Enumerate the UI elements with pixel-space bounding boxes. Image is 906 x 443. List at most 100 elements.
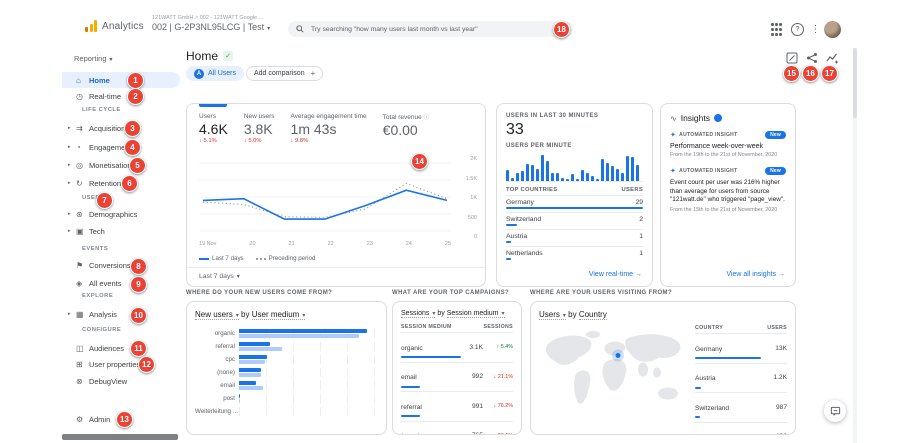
chevron-right-icon: [68, 311, 76, 317]
customize-report-icon[interactable]: [786, 51, 799, 64]
property-selector[interactable]: 002 | G-2P3NL95LCG | Test: [152, 22, 270, 34]
sidebar-item-acquisition[interactable]: Acquisition: [62, 120, 180, 136]
reporting-selector[interactable]: Reporting: [74, 54, 113, 63]
metric-users[interactable]: Users 4.6K 5.1%: [199, 113, 228, 144]
sidebar-item-analysis[interactable]: Analysis: [62, 306, 180, 322]
dimension-dropdown[interactable]: User medium: [252, 310, 306, 320]
realtime-bar: [516, 173, 519, 181]
analytics-logo[interactable]: Analytics: [85, 20, 144, 32]
country-bar: [506, 241, 511, 243]
dimension-dropdown[interactable]: Country: [579, 310, 607, 320]
country-users: 1: [639, 250, 643, 257]
home-icon: [76, 76, 89, 85]
date-range-selector[interactable]: Last 7 days: [199, 273, 240, 280]
page-title-text: Home: [186, 49, 218, 63]
share-icon[interactable]: [806, 51, 819, 64]
sidebar-item-all-events[interactable]: All events: [62, 275, 180, 291]
x-axis-tick: 21: [289, 241, 295, 247]
view-realtime-link[interactable]: View real-time: [589, 271, 642, 278]
sidebar-item-engagement[interactable]: Engagement: [62, 139, 180, 155]
insight-item[interactable]: AUTOMATED INSIGHTNew Event count per use…: [670, 167, 786, 214]
view-all-insights-link[interactable]: View all insights: [726, 271, 785, 278]
insights-toggle-icon[interactable]: [826, 51, 839, 64]
by-label: by: [437, 310, 444, 317]
bar-category-label: (none): [195, 369, 239, 376]
country-users: 13K: [761, 345, 787, 352]
x-axis-labels: 19 Nov202122232425: [199, 241, 451, 247]
avatar[interactable]: [824, 21, 841, 38]
legend-current: Last 7 days: [199, 255, 244, 262]
user-properties-icon: [76, 360, 89, 369]
y-axis-tick: 1K: [470, 195, 477, 201]
by-label: by: [568, 310, 576, 319]
metric-total-revenue[interactable]: Total revenue €0.00: [383, 113, 430, 144]
realtime-bar: [546, 161, 549, 181]
annotation-badge-1: 1: [127, 72, 144, 89]
country-bar: [506, 207, 643, 209]
countries-card-title: Users by Country: [539, 310, 787, 319]
dimension-dropdown[interactable]: Session medium: [447, 310, 505, 318]
bar-category-label: Weiterleitung ...: [195, 408, 239, 415]
annotation-badge-4: 4: [124, 139, 141, 156]
add-comparison-chip[interactable]: Add comparison: [246, 66, 323, 81]
help-icon[interactable]: [791, 23, 804, 36]
sidebar-item-debugview[interactable]: DebugView: [62, 373, 180, 389]
sidebar-item-label: Conversions: [89, 261, 131, 270]
realtime-bar: [586, 173, 589, 181]
debug-icon: [76, 377, 89, 386]
insight-title: Performance week-over-week: [670, 143, 786, 150]
sidebar-item-monetisation[interactable]: Monetisation: [62, 157, 180, 173]
insight-item[interactable]: AUTOMATED INSIGHTNew Performance week-ov…: [670, 131, 786, 159]
scrollbar-thumb[interactable]: [853, 48, 857, 118]
apps-grid-icon[interactable]: [770, 23, 783, 36]
sidebar-item-realtime[interactable]: Real-time: [62, 88, 180, 104]
sidebar-item-tech[interactable]: Tech: [62, 223, 180, 239]
sidebar-item-demographics[interactable]: Demographics: [62, 206, 180, 222]
country-users: 29: [635, 199, 643, 206]
flag-icon: [76, 261, 89, 270]
users-per-minute-chart: [506, 152, 643, 182]
bar-group: [239, 407, 378, 416]
demographics-icon: [76, 210, 89, 219]
y-axis-tick: 1.5K: [466, 176, 477, 182]
search-bar[interactable]: [288, 21, 573, 37]
metric-dropdown[interactable]: Sessions: [401, 310, 435, 318]
sidebar-item-conversions[interactable]: Conversions: [62, 257, 180, 273]
all-users-chip[interactable]: A All Users: [186, 66, 244, 81]
chevron-right-icon: [68, 228, 76, 234]
sessions-value: 991: [461, 403, 483, 410]
sessions-delta: 76.2%: [483, 403, 513, 409]
country-name: Germany: [695, 346, 722, 353]
metric-dropdown[interactable]: New users: [195, 310, 239, 320]
sidebar-item-label: Audiences: [89, 344, 124, 353]
sidebar-scrollbar[interactable]: [62, 434, 178, 440]
more-menu-icon[interactable]: [809, 23, 822, 36]
feedback-button[interactable]: [824, 400, 846, 422]
metric-engagement-time[interactable]: Average engagement time 1m 43s 9.8%: [291, 113, 367, 144]
add-comparison-label: Add comparison: [254, 70, 305, 77]
realtime-country-row: Germany29: [506, 195, 643, 212]
country-name: Austria: [695, 375, 716, 382]
section-title-new-users: WHERE DO YOUR NEW USERS COME FROM?: [186, 290, 332, 296]
session-medium: (none): [401, 433, 420, 435]
metric-dropdown[interactable]: Users: [539, 310, 566, 320]
account-switcher[interactable]: 121WATT GmbH > 002 - 121WATT Google ... …: [152, 15, 270, 33]
bar-row: cpc: [195, 353, 378, 366]
metric-new-users[interactable]: New users 3.8K 5.0%: [244, 113, 275, 144]
medium-bar: [401, 415, 420, 417]
sidebar-item-home[interactable]: Home: [62, 72, 180, 88]
sidebar-item-audiences[interactable]: Audiences: [62, 340, 180, 356]
country-name: Switzerland: [506, 216, 541, 223]
annotation-badge-6: 6: [121, 175, 138, 192]
search-input[interactable]: [309, 25, 565, 34]
all-users-chip-label: All Users: [208, 70, 236, 77]
chevron-right-icon: [68, 211, 76, 217]
bar-category-label: email: [195, 382, 239, 389]
monetisation-icon: [76, 161, 89, 170]
realtime-country-row: Austria1: [506, 229, 643, 246]
annotation-badge-10: 10: [130, 307, 147, 324]
sidebar-item-user-properties[interactable]: User properties: [62, 356, 180, 372]
section-title-countries: WHERE ARE YOUR USERS VISITING FROM?: [530, 290, 672, 296]
previous-bar: [239, 347, 282, 351]
new-users-card-title: New users by User medium: [195, 310, 378, 319]
